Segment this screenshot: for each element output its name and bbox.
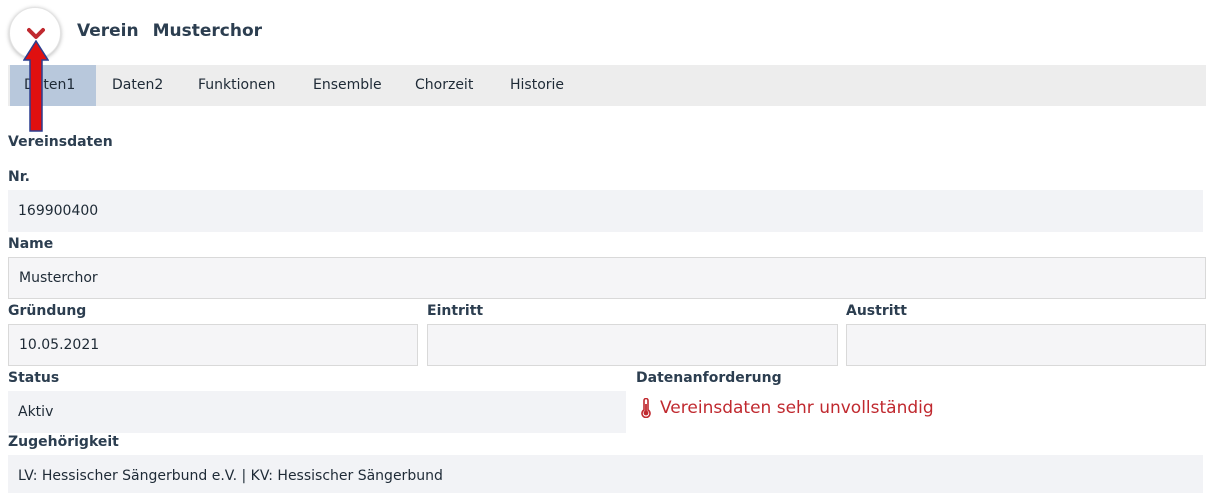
nr-field[interactable]: 169900400 xyxy=(8,190,1203,232)
title-name: Musterchor xyxy=(152,21,263,41)
thermometer-icon xyxy=(641,398,651,418)
eintritt-label: Eintritt xyxy=(427,303,484,319)
nr-label: Nr. xyxy=(8,169,30,185)
zugehoerigkeit-label: Zugehörigkeit xyxy=(8,434,119,450)
collapse-button[interactable] xyxy=(9,7,61,59)
zugehoerigkeit-field[interactable]: LV: Hessischer Sängerbund e.V. | KV: Hes… xyxy=(8,455,1203,493)
tab-daten1[interactable]: Daten1 xyxy=(10,65,96,106)
status-field[interactable]: Aktiv xyxy=(8,391,626,433)
tab-funktionen[interactable]: Funktionen xyxy=(184,65,289,106)
name-field[interactable]: Musterchor xyxy=(8,257,1206,299)
tab-bar: Daten1 Daten2 Funktionen Ensemble Chorze… xyxy=(8,65,1206,106)
tab-historie[interactable]: Historie xyxy=(496,65,578,106)
title-entity: Verein xyxy=(77,21,139,41)
austritt-label: Austritt xyxy=(846,303,907,319)
tab-ensemble[interactable]: Ensemble xyxy=(299,65,396,106)
name-label: Name xyxy=(8,236,54,252)
datenanforderung-warning: Vereinsdaten sehr unvollständig xyxy=(640,398,934,418)
eintritt-field[interactable] xyxy=(427,324,838,366)
datenanforderung-label: Datenanforderung xyxy=(636,370,782,386)
section-title: Vereinsdaten xyxy=(8,134,113,150)
tab-chorzeit[interactable]: Chorzeit xyxy=(401,65,487,106)
status-label: Status xyxy=(8,370,60,386)
page-header: Verein Musterchor xyxy=(0,0,1206,65)
gruendung-field[interactable]: 10.05.2021 xyxy=(8,324,418,366)
gruendung-label: Gründung xyxy=(8,303,87,319)
datenanforderung-value: Vereinsdaten sehr unvollständig xyxy=(660,398,934,418)
tab-daten2[interactable]: Daten2 xyxy=(98,65,177,106)
austritt-field[interactable] xyxy=(846,324,1206,366)
chevron-down-icon xyxy=(27,28,45,39)
page-title: Verein Musterchor xyxy=(77,21,276,41)
